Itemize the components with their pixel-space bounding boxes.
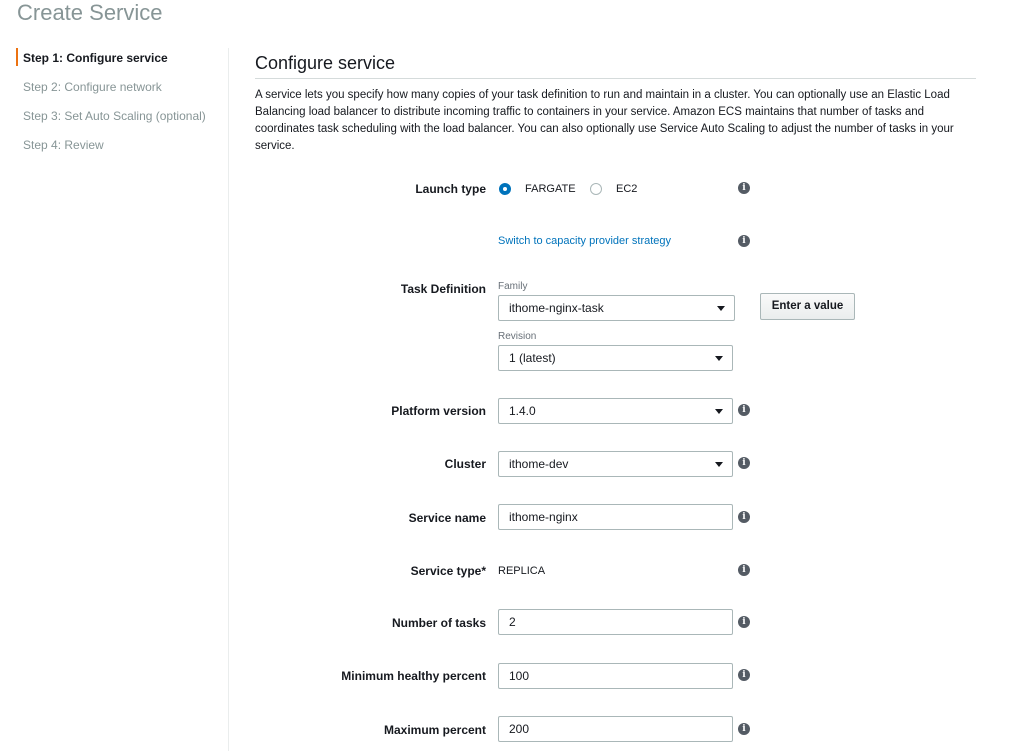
- wizard-steps: Step 1: Configure service Step 2: Config…: [16, 48, 228, 164]
- number-of-tasks-input[interactable]: 2: [498, 609, 733, 635]
- step-auto-scaling[interactable]: Step 3: Set Auto Scaling (optional): [16, 106, 228, 135]
- capacity-provider-link[interactable]: Switch to capacity provider strategy: [498, 234, 671, 248]
- cluster-label: Cluster: [444, 457, 486, 471]
- cluster-value: ithome-dev: [509, 457, 569, 471]
- info-circle-icon[interactable]: i: [738, 182, 750, 194]
- platform-version-label: Platform version: [391, 404, 486, 418]
- launch-type-label: Launch type: [415, 182, 486, 196]
- number-of-tasks-label: Number of tasks: [391, 616, 486, 630]
- section-title: Configure service: [255, 53, 396, 73]
- page-title: Create Service: [17, 0, 163, 25]
- info-circle-icon[interactable]: i: [738, 235, 750, 247]
- service-type-label: Service type*: [410, 564, 486, 578]
- chevron-down-icon: [715, 409, 723, 414]
- step-configure-service[interactable]: Step 1: Configure service: [16, 48, 228, 66]
- info-circle-icon[interactable]: i: [738, 669, 750, 681]
- cluster-select[interactable]: ithome-dev: [498, 451, 733, 477]
- service-name-input[interactable]: ithome-nginx: [498, 504, 733, 530]
- info-circle-icon[interactable]: i: [738, 723, 750, 735]
- chevron-down-icon: [717, 306, 725, 311]
- platform-version-value: 1.4.0: [509, 404, 536, 418]
- max-percent-input[interactable]: 200: [498, 716, 733, 742]
- revision-select-value: 1 (latest): [509, 351, 556, 365]
- family-label: Family: [498, 281, 528, 292]
- chevron-down-icon: [715, 356, 723, 361]
- revision-select[interactable]: 1 (latest): [498, 345, 733, 371]
- max-percent-label: Maximum percent: [383, 723, 486, 737]
- sidebar-divider: [228, 48, 229, 751]
- platform-version-select[interactable]: 1.4.0: [498, 398, 733, 424]
- info-circle-icon[interactable]: i: [738, 457, 750, 469]
- step-configure-network[interactable]: Step 2: Configure network: [16, 77, 228, 106]
- info-circle-icon[interactable]: i: [738, 564, 750, 576]
- ec2-radio-label[interactable]: EC2: [616, 182, 637, 196]
- chevron-down-icon: [715, 462, 723, 467]
- family-select-value: ithome-nginx-task: [509, 301, 604, 315]
- info-circle-icon[interactable]: i: [738, 616, 750, 628]
- service-type-value: REPLICA: [498, 565, 546, 577]
- info-circle-icon[interactable]: i: [738, 404, 750, 416]
- revision-label: Revision: [498, 331, 537, 342]
- ec2-radio[interactable]: [590, 183, 602, 195]
- step-review[interactable]: Step 4: Review: [16, 135, 228, 164]
- section-description: A service lets you specify how many copi…: [255, 89, 954, 152]
- family-select[interactable]: ithome-nginx-task: [498, 295, 735, 321]
- info-circle-icon[interactable]: i: [738, 511, 750, 523]
- min-healthy-percent-input[interactable]: 100: [498, 663, 733, 689]
- fargate-radio[interactable]: [499, 183, 511, 195]
- fargate-radio-label[interactable]: FARGATE: [525, 182, 576, 196]
- task-definition-label: Task Definition: [400, 282, 486, 296]
- min-healthy-percent-label: Minimum healthy percent: [341, 669, 486, 683]
- enter-a-value-button[interactable]: Enter a value: [760, 293, 855, 320]
- service-name-label: Service name: [408, 511, 486, 525]
- section-divider: [255, 78, 976, 79]
